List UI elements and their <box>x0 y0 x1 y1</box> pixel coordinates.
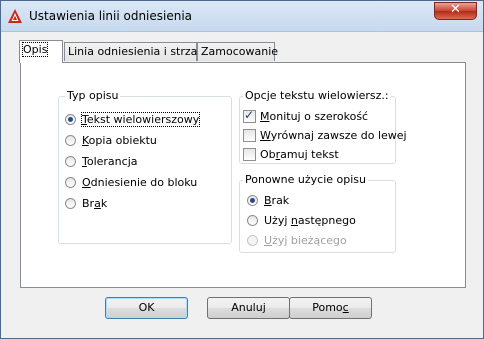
checkbox-label: Monituj o szerokość <box>260 110 369 123</box>
tab-label: Zamocowanie <box>201 45 279 58</box>
radio-button[interactable] <box>247 195 258 206</box>
group-legend: Typ opisu <box>65 89 121 102</box>
ponowne-uzycie-group: Ponowne użycie opisu Brak Użyj następneg… <box>239 173 396 253</box>
close-button[interactable]: ✕ <box>434 2 477 20</box>
typ-opisu-group: Typ opisu Tekst wielowierszowy Kopia obi… <box>58 89 232 244</box>
radio-button[interactable] <box>247 215 258 226</box>
opcje-tekstu-group: Opcje tekstu wielowiersz.: Monituj o sze… <box>239 89 407 164</box>
checkbox[interactable] <box>243 148 256 161</box>
autocad-app-icon <box>8 9 22 23</box>
radio-button[interactable] <box>65 135 76 146</box>
radio-label: Użyj następnego <box>264 214 356 227</box>
tab-opis[interactable]: Opis <box>19 40 63 63</box>
radio-button[interactable] <box>65 177 76 188</box>
dialog-window: Ustawienia linii odniesienia ✕ Opis Lini… <box>0 0 484 339</box>
radio-label: Tolerancja <box>82 155 138 168</box>
checkbox[interactable] <box>243 129 256 142</box>
radio-button[interactable] <box>65 156 76 167</box>
checkbox-label: Obramuj tekst <box>260 148 339 161</box>
tab-linia-odniesienia[interactable]: Linia odniesienia i strzałka <box>64 42 213 61</box>
radio-button[interactable] <box>65 198 76 209</box>
radio-button[interactable] <box>247 235 258 246</box>
radio-label: Kopia obiektu <box>82 134 157 147</box>
radio-label: Brak <box>82 197 108 210</box>
radio-label: Tekst wielowierszowy <box>80 112 201 127</box>
radio-label: Brak <box>264 194 290 207</box>
dialog-client-area: Opis Linia odniesienia i strzałka Zamoco… <box>9 32 475 330</box>
cancel-button[interactable]: Anuluj <box>207 297 290 319</box>
group-legend: Opcje tekstu wielowiersz.: <box>243 89 391 102</box>
tab-label: Opis <box>21 42 49 57</box>
tab-panel-opis: Typ opisu Tekst wielowierszowy Kopia obi… <box>20 62 466 288</box>
group-legend: Ponowne użycie opisu <box>243 173 368 186</box>
close-icon: ✕ <box>450 2 461 17</box>
radio-label: Odniesienie do bloku <box>82 176 198 189</box>
radio-button[interactable] <box>65 114 76 125</box>
cancel-button-label: Anuluj <box>231 301 266 314</box>
window-title: Ustawienia linii odniesienia <box>29 9 193 23</box>
checkbox[interactable] <box>243 108 256 123</box>
checkbox-label: Wyrównaj zawsze do lewej <box>260 129 407 142</box>
tab-zamocowanie[interactable]: Zamocowanie <box>197 42 279 61</box>
radio-label: Użyj bieżącego <box>264 234 347 247</box>
tab-label: Linia odniesienia i strzałka <box>68 45 214 58</box>
help-button[interactable]: Pomoc <box>289 297 372 319</box>
ok-button-label: OK <box>138 301 155 314</box>
ok-button[interactable]: OK <box>105 297 188 319</box>
help-button-label: Pomoc <box>312 301 349 314</box>
title-bar[interactable]: Ustawienia linii odniesienia ✕ <box>1 1 483 32</box>
